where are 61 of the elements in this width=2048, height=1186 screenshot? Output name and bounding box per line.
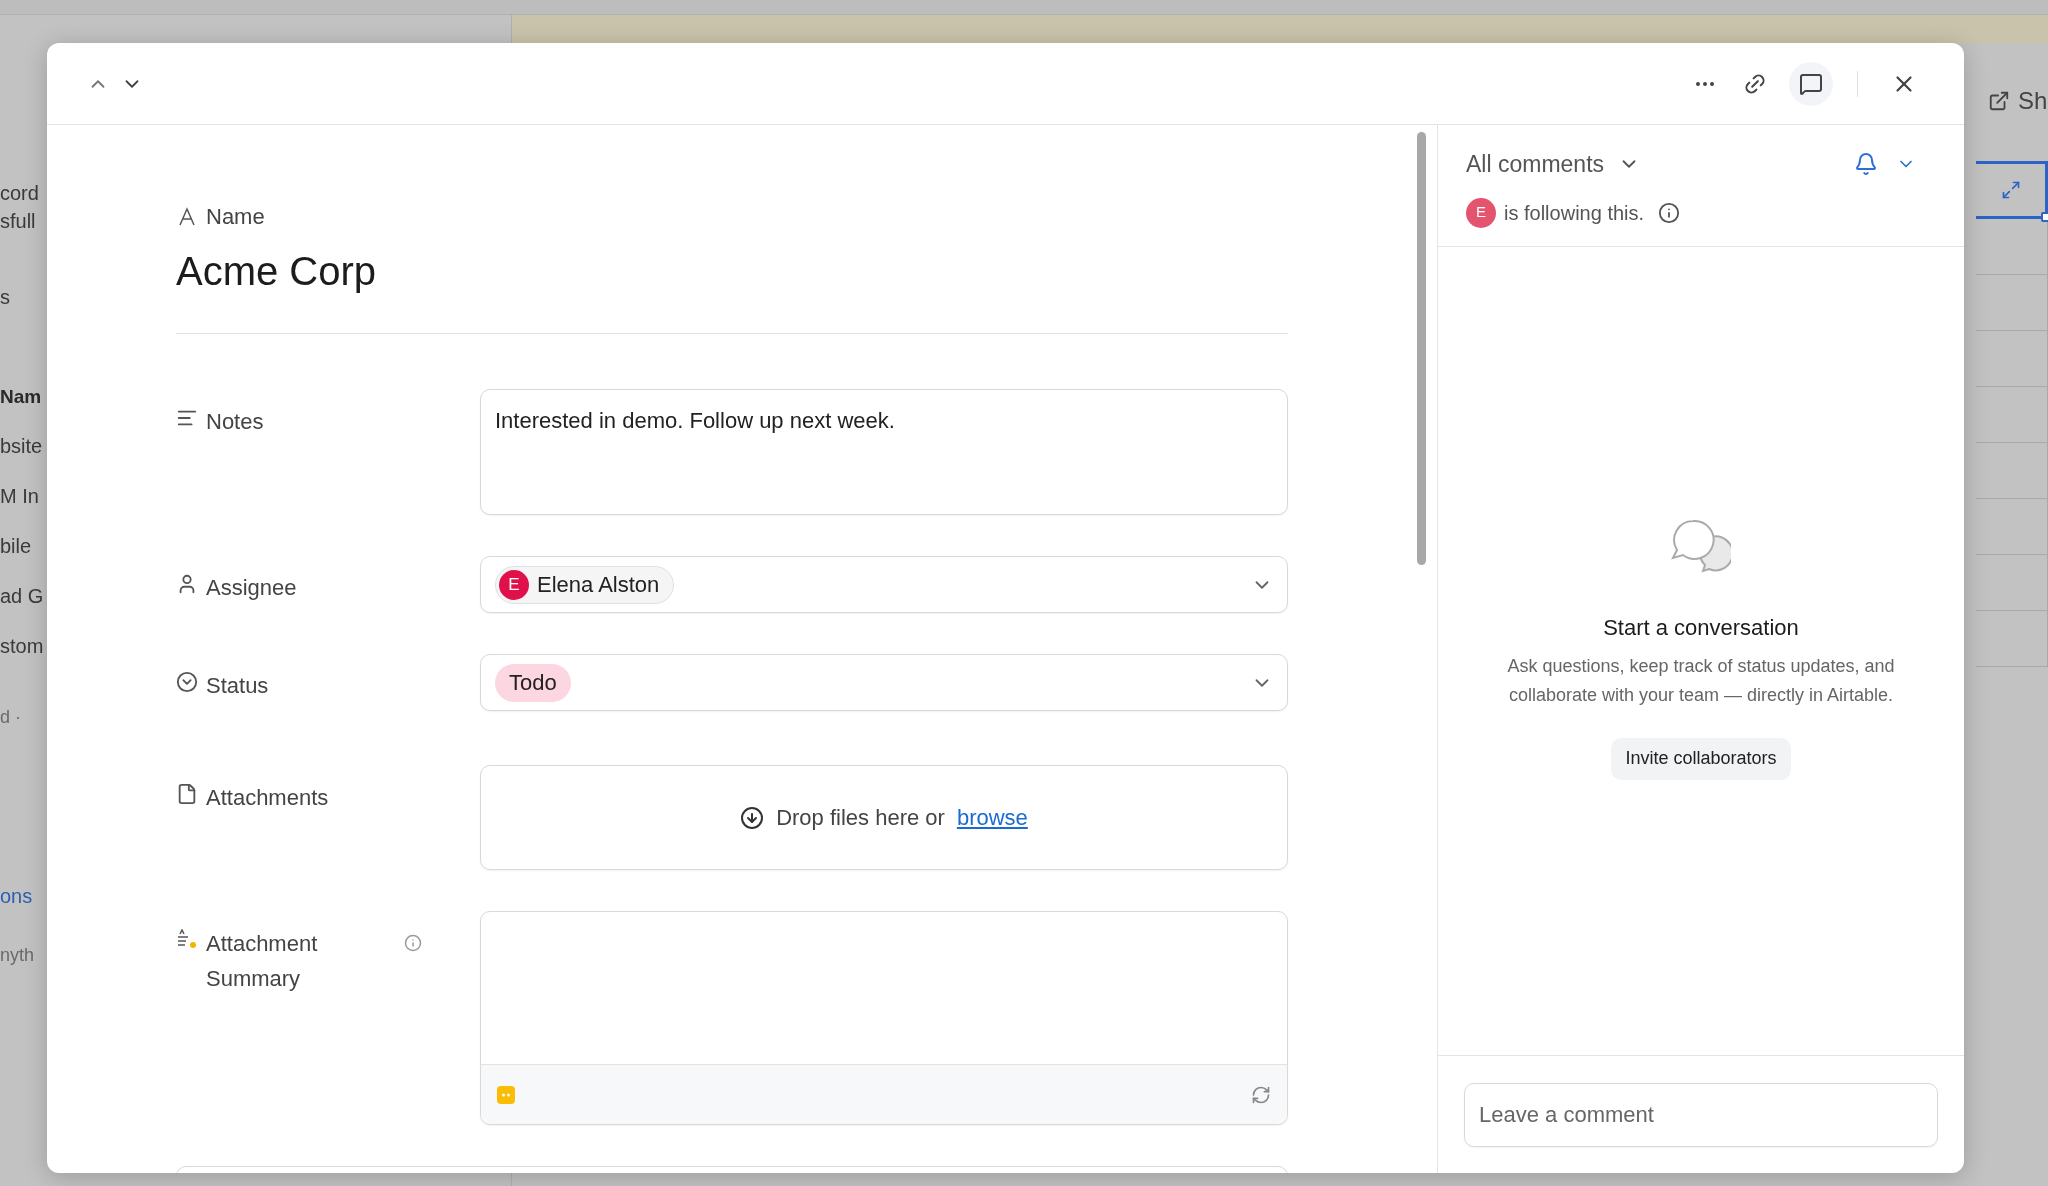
browse-link[interactable]: browse	[956, 801, 1028, 834]
share-button[interactable]: Sh	[1988, 83, 2048, 119]
grid-cell	[1976, 555, 2048, 611]
invite-collaborators-button[interactable]: Invite collaborators	[1611, 737, 1791, 780]
background-text: nyth	[0, 946, 35, 964]
field-label: Status	[206, 672, 269, 700]
status-tag: Todo	[495, 663, 571, 702]
refresh-icon[interactable]	[1251, 1084, 1271, 1105]
comment-filter-dropdown[interactable]: All comments	[1466, 147, 1641, 182]
resize-handle[interactable]	[2041, 212, 2048, 222]
background-text: ad G	[0, 586, 44, 606]
background-text: cord	[0, 183, 39, 203]
file-icon	[176, 783, 198, 805]
grid-cell	[1976, 443, 2048, 499]
background-text: d ·	[0, 708, 21, 726]
selected-cell[interactable]	[1976, 161, 2048, 219]
comment-input[interactable]: Leave a comment	[1464, 1083, 1938, 1147]
avatar: E	[1466, 197, 1496, 228]
grid-cell	[1976, 387, 2048, 443]
grid-cell	[1976, 499, 2048, 555]
summary-field[interactable]	[480, 911, 1288, 1125]
empty-state-title: Start a conversation	[1603, 613, 1799, 642]
background-text: M In	[0, 486, 39, 506]
record-name[interactable]: Acme Corp	[176, 247, 1288, 295]
scrollbar[interactable]	[1417, 132, 1426, 565]
notification-bell-icon[interactable]	[1854, 152, 1878, 177]
dropdown-circle-icon	[176, 671, 198, 693]
background-text: bile	[0, 536, 32, 556]
comments-toggle[interactable]	[1789, 61, 1833, 106]
chat-bubbles-icon	[1671, 518, 1731, 575]
background-text: Nam	[0, 387, 42, 406]
ai-text-icon	[176, 929, 198, 951]
field-label: Name	[206, 203, 265, 231]
expand-icon[interactable]	[2000, 180, 2021, 200]
following-text: is following this.	[1504, 200, 1645, 226]
assignee-field[interactable]: E Elena Alston	[480, 556, 1288, 613]
drop-prompt: Drop files here or	[776, 804, 945, 832]
text-field-icon	[176, 205, 198, 228]
download-circle-icon	[740, 805, 765, 830]
avatar: E	[499, 569, 529, 600]
grid-cell	[1976, 331, 2048, 387]
file-drop-zone[interactable]: Drop files here or browse	[480, 765, 1288, 870]
field-label: Attachments	[206, 784, 329, 812]
background-text: ons	[0, 886, 33, 906]
background-text: sfull	[0, 211, 36, 231]
background-text: bsite	[0, 436, 43, 456]
assignee-name: Elena Alston	[537, 571, 660, 599]
field-label: Attachment Summary	[206, 930, 319, 993]
grid-cell	[1976, 611, 2048, 667]
background-text: stom	[0, 636, 44, 656]
grid-cell	[1976, 275, 2048, 331]
external-link-icon	[1988, 90, 2010, 112]
field-label: Assignee	[206, 574, 297, 602]
grid-cell	[1976, 219, 2048, 275]
background-text: s	[0, 287, 10, 307]
info-icon[interactable]	[1658, 201, 1681, 224]
field-label: Notes	[206, 408, 264, 436]
comment-icon	[1799, 71, 1823, 96]
notes-field[interactable]: Interested in demo. Follow up next week.	[480, 389, 1288, 515]
empty-state-text: Ask questions, keep track of status updates, and collaborate with your team — directly in Airtable.	[1506, 654, 1896, 707]
status-field[interactable]: Todo	[480, 654, 1288, 711]
